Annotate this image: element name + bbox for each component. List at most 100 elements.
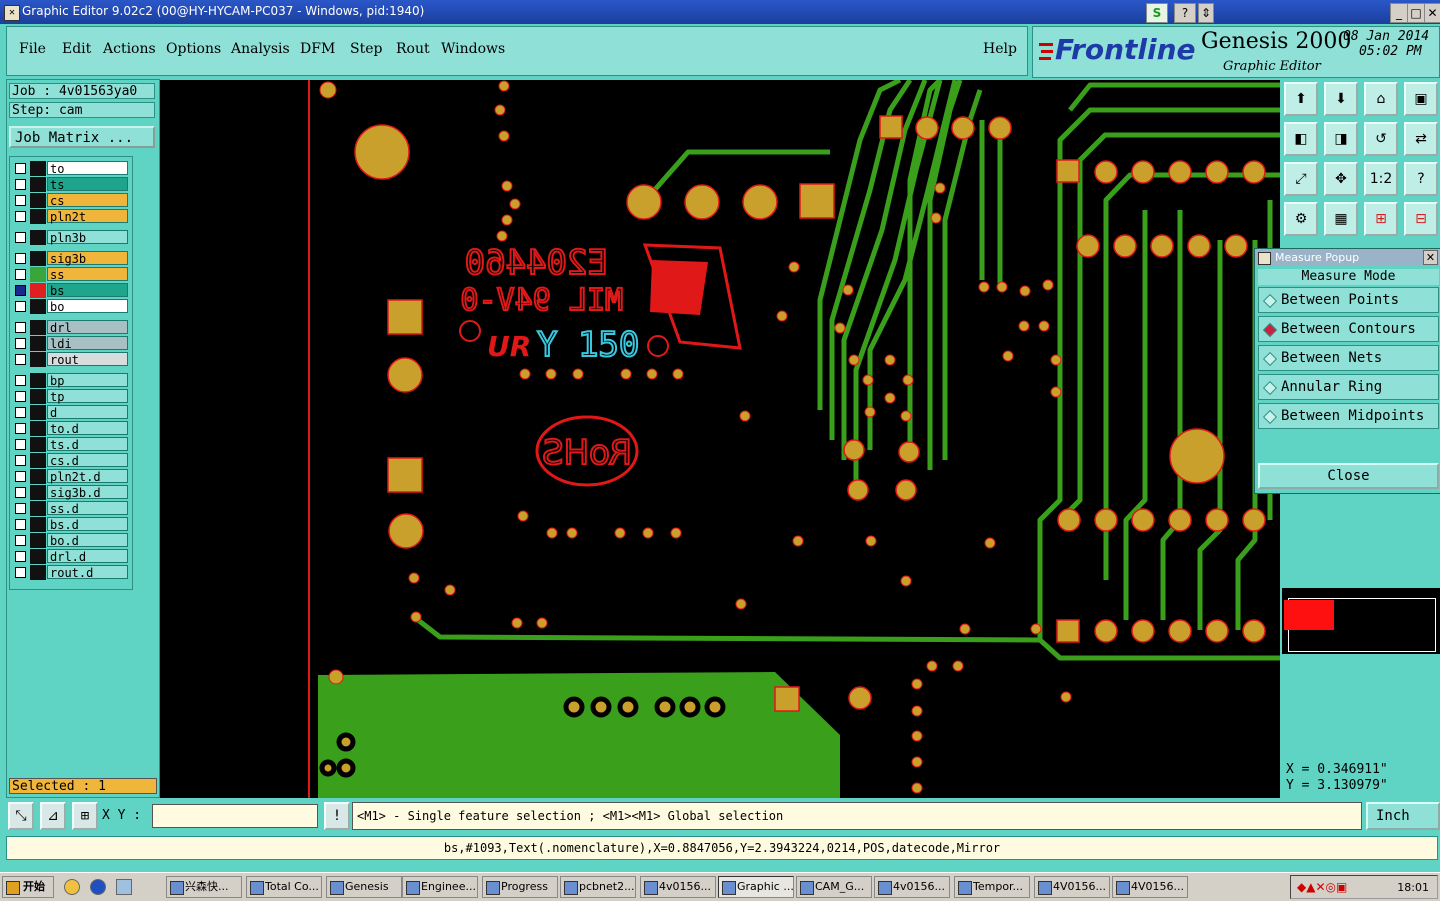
layer-color-swatch[interactable]: [30, 485, 46, 500]
layer-name[interactable]: ss: [47, 267, 128, 282]
layer-name[interactable]: ts: [47, 177, 128, 192]
overview-map[interactable]: [1282, 588, 1440, 654]
layer-color-swatch[interactable]: [30, 177, 46, 192]
taskbar-item[interactable]: Enginee...: [402, 876, 478, 898]
layer-checkbox[interactable]: [15, 322, 26, 333]
layer-color-swatch[interactable]: [30, 533, 46, 548]
layer-name[interactable]: sig3b.d: [47, 485, 128, 500]
layer-color-swatch[interactable]: [30, 405, 46, 420]
menu-rout[interactable]: Rout: [396, 41, 430, 57]
layer-row-sig3b[interactable]: sig3b: [12, 251, 130, 266]
snap-icon[interactable]: ⤡: [8, 802, 34, 830]
mode-between-points[interactable]: Between Points: [1258, 287, 1439, 313]
layer-color-swatch[interactable]: [30, 161, 46, 176]
layer-row-sig3b.d[interactable]: sig3b.d: [12, 485, 130, 500]
taskbar-item[interactable]: Genesis: [326, 876, 402, 898]
layer-name[interactable]: to: [47, 161, 128, 176]
layer-checkbox[interactable]: [15, 269, 26, 280]
s-icon[interactable]: S: [1146, 3, 1168, 23]
layer-checkbox[interactable]: [15, 519, 26, 530]
layer-checkbox[interactable]: [15, 338, 26, 349]
taskbar-item[interactable]: Total Co...: [246, 876, 322, 898]
layer-row-rout[interactable]: rout: [12, 352, 130, 367]
mode-between-midpoints[interactable]: Between Midpoints: [1258, 403, 1439, 429]
layer-color-swatch[interactable]: [30, 549, 46, 564]
layer-row-tp[interactable]: tp: [12, 389, 130, 404]
zoom-up-icon[interactable]: ⬆: [1284, 82, 1318, 116]
layer-name[interactable]: pln3b: [47, 230, 128, 245]
layer-name[interactable]: ldi: [47, 336, 128, 351]
grid-icon[interactable]: ▦: [1324, 202, 1358, 236]
taskbar-item[interactable]: CAM_G...: [796, 876, 872, 898]
layer-row-cs[interactable]: cs: [12, 193, 130, 208]
layer-name[interactable]: rout.d: [47, 565, 128, 580]
layer-row-cs.d[interactable]: cs.d: [12, 453, 130, 468]
layer-color-swatch[interactable]: [30, 453, 46, 468]
layer-row-pln2t.d[interactable]: pln2t.d: [12, 469, 130, 484]
layer-row-bs[interactable]: bs: [12, 283, 130, 298]
layer-name[interactable]: rout: [47, 352, 128, 367]
taskbar-item[interactable]: 4V0156...: [1112, 876, 1188, 898]
help-icon[interactable]: ?: [1174, 3, 1196, 23]
info-icon[interactable]: !: [324, 802, 350, 830]
layer-checkbox[interactable]: [15, 407, 26, 418]
measure-icon[interactable]: ⊿: [40, 802, 66, 830]
net-icon[interactable]: ⊞: [1364, 202, 1398, 236]
graphic-canvas[interactable]: E204460 MIL 94V-0 UR Y 150 RoHS: [160, 80, 1280, 798]
menu-analysis[interactable]: Analysis: [231, 41, 290, 57]
layer-row-ts.d[interactable]: ts.d: [12, 437, 130, 452]
layer-color-swatch[interactable]: [30, 193, 46, 208]
layer-name[interactable]: tp: [47, 389, 128, 404]
layer-row-ss[interactable]: ss: [12, 267, 130, 282]
layer-name[interactable]: bs: [47, 283, 128, 298]
tray-icons[interactable]: ◆▲✕◎▣: [1297, 880, 1347, 894]
net-compare-icon[interactable]: ⊟: [1404, 202, 1438, 236]
layer-checkbox[interactable]: [15, 455, 26, 466]
layer-color-swatch[interactable]: [30, 437, 46, 452]
layer-color-swatch[interactable]: [30, 209, 46, 224]
layer-row-drl[interactable]: drl: [12, 320, 130, 335]
layer-name[interactable]: bo.d: [47, 533, 128, 548]
layer-checkbox[interactable]: [15, 195, 26, 206]
layer-name[interactable]: to.d: [47, 421, 128, 436]
layer-row-ss.d[interactable]: ss.d: [12, 501, 130, 516]
layer-checkbox[interactable]: [15, 301, 26, 312]
xy-input[interactable]: [152, 804, 318, 828]
close-popup-icon[interactable]: ✕: [1423, 250, 1438, 265]
layer-row-pln2t[interactable]: pln2t: [12, 209, 130, 224]
scroll-icon[interactable]: ⇕: [1198, 3, 1214, 23]
menu-edit[interactable]: Edit: [62, 41, 91, 57]
pan-left-icon[interactable]: ◧: [1284, 122, 1318, 156]
layer-color-swatch[interactable]: [30, 320, 46, 335]
unit-select[interactable]: Inch: [1366, 802, 1440, 830]
maximize-button[interactable]: □: [1407, 3, 1425, 23]
menu-dfm[interactable]: DFM: [300, 41, 335, 57]
menu-help[interactable]: Help: [983, 41, 1017, 57]
layer-color-swatch[interactable]: [30, 501, 46, 516]
tools-icon[interactable]: ⚙: [1284, 202, 1318, 236]
layer-color-swatch[interactable]: [30, 230, 46, 245]
taskbar-item[interactable]: 4V0156...: [1034, 876, 1110, 898]
layer-name[interactable]: bs.d: [47, 517, 128, 532]
query-icon[interactable]: ?: [1404, 162, 1438, 196]
layer-name[interactable]: pln2t.d: [47, 469, 128, 484]
layer-checkbox[interactable]: [15, 354, 26, 365]
layer-checkbox[interactable]: [15, 503, 26, 514]
layer-checkbox[interactable]: [15, 375, 26, 386]
mode-annular-ring[interactable]: Annular Ring: [1258, 374, 1439, 400]
layer-color-swatch[interactable]: [30, 336, 46, 351]
layer-checkbox[interactable]: [15, 471, 26, 482]
taskbar-item[interactable]: Tempor...: [954, 876, 1030, 898]
layer-row-ts[interactable]: ts: [12, 177, 130, 192]
layer-color-swatch[interactable]: [30, 267, 46, 282]
layer-row-rout.d[interactable]: rout.d: [12, 565, 130, 580]
layer-checkbox[interactable]: [15, 232, 26, 243]
layer-color-swatch[interactable]: [30, 251, 46, 266]
layer-checkbox[interactable]: [15, 253, 26, 264]
layer-name[interactable]: drl: [47, 320, 128, 335]
zoom-center-icon[interactable]: ✥: [1324, 162, 1358, 196]
layer-checkbox[interactable]: [15, 285, 26, 296]
zoom-down-icon[interactable]: ⬇: [1324, 82, 1358, 116]
close-window-button[interactable]: ✕: [1424, 3, 1440, 23]
layer-name[interactable]: ts.d: [47, 437, 128, 452]
